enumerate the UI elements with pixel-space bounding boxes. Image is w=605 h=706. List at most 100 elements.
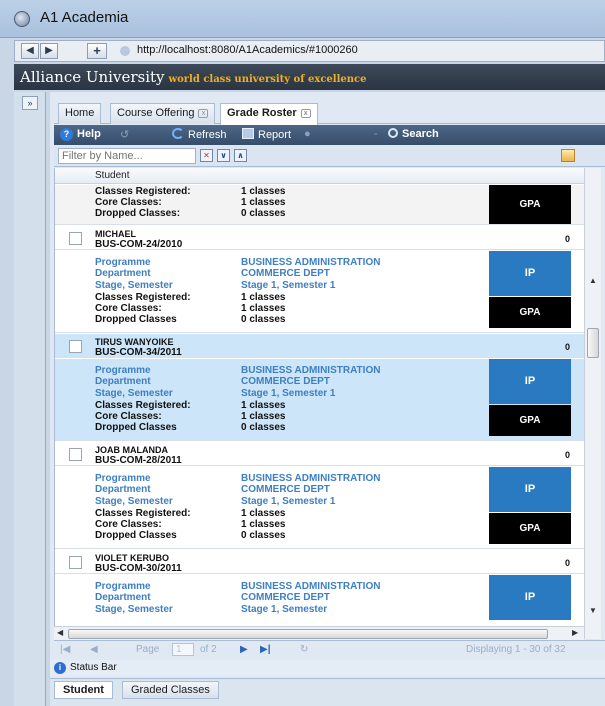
forward-button[interactable]: ▶ [40,43,58,59]
student-score: 0 [565,450,571,460]
programme-value: BUSINESS ADMINISTRATION [241,365,381,376]
prev-page-icon[interactable]: ◀ [90,644,98,655]
classes-registered-label: Classes Registered: [95,292,191,303]
app-banner: Alliance University world class universit… [14,64,605,90]
table-row[interactable]: Classes Registered: 1 classes Core Class… [55,185,584,225]
student-reg-number: BUS-COM-34/2011 [95,347,182,358]
disabled-tool-icon: ● [304,128,311,140]
ip-badge: IP [489,575,571,620]
column-header-student[interactable]: Student [95,170,129,181]
address-toolbar: ◀ ▶ + http://localhost:8080/A1Academics/… [14,40,605,62]
student-row[interactable]: MICHAEL BUS-COM-24/2010 0 [55,226,584,250]
classes-registered-value: 1 classes [241,400,286,411]
scroll-left-arrow-icon[interactable]: ◀ [57,628,63,637]
student-name: TIRUS WANYOIKE [95,337,174,347]
core-classes-value: 1 classes [241,197,286,208]
core-classes-value: 1 classes [241,411,286,422]
scroll-right-arrow-icon[interactable]: ▶ [572,628,578,637]
back-button[interactable]: ◀ [21,43,39,59]
refresh-icon[interactable]: ↻ [300,644,308,655]
student-reg-number: BUS-COM-30/2011 [95,563,182,574]
horizontal-scrollbar[interactable]: ◀ ▶ [54,626,584,640]
info-icon: i [54,662,66,674]
tab-grade-roster[interactable]: Grade Roster x [220,103,318,125]
grid-header: Student [55,168,584,184]
gpa-badge: GPA [489,405,571,436]
row-checkbox[interactable] [69,340,82,353]
tab-course-offering[interactable]: Course Offering x [110,103,216,124]
horizontal-scroll-thumb[interactable] [68,629,548,639]
close-icon[interactable]: x [300,108,311,118]
programme-value: BUSINESS ADMINISTRATION [241,581,381,592]
filter-by-name-input[interactable] [58,148,196,164]
tab-graded-classes[interactable]: Graded Classes [122,681,219,699]
ip-badge: IP [489,251,571,296]
student-detail: Programme BUSINESS ADMINISTRATION Depart… [55,359,584,441]
help-button[interactable]: ? Help [60,128,101,141]
first-page-icon[interactable]: |◀ [60,644,70,655]
status-bar: i Status Bar [50,660,605,676]
export-icon[interactable] [561,149,575,162]
bottom-tab-bar: Student Graded Classes [50,678,605,706]
title-bar: A1 Academia [0,0,605,38]
report-button[interactable]: Report [242,128,291,141]
page-label: Page [136,644,160,655]
classes-registered-value: 1 classes [241,186,286,197]
row-checkbox[interactable] [69,232,82,245]
vertical-scroll-thumb[interactable] [587,328,599,358]
row-checkbox[interactable] [69,556,82,569]
tab-bar: Home Course Offering x Grade Roster x [54,102,605,125]
stage-label: Stage, Semester [95,604,173,615]
status-text: Status Bar [70,662,117,673]
page-count-label: of 2 [200,644,217,655]
stage-value: Stage 1, Semester 1 [241,496,336,507]
tab-student[interactable]: Student [54,681,113,699]
gpa-badge: GPA [489,513,571,544]
student-row-selected[interactable]: TIRUS WANYOIKE BUS-COM-34/2011 0 [55,334,584,358]
dropped-classes-label: Dropped Classes: [95,208,181,219]
clear-filter-icon[interactable]: ✕ [200,149,213,162]
address-field[interactable]: http://localhost:8080/A1Academics/#10002… [137,44,358,56]
app-globe-icon [14,11,30,27]
student-reg-number: BUS-COM-28/2011 [95,455,182,466]
tab-home[interactable]: Home [58,103,102,124]
department-label: Department [95,268,151,279]
student-row[interactable]: VIOLET KERUBO BUS-COM-30/2011 0 [55,550,584,574]
dropped-classes-value: 0 classes [241,314,286,325]
search-button[interactable]: Search [388,128,439,140]
last-page-icon[interactable]: ▶| [260,644,271,655]
department-value: COMMERCE DEPT [241,484,330,495]
student-name: JOAB MALANDA [95,445,168,455]
close-icon[interactable]: x [198,108,209,118]
university-name: Alliance University world class universit… [20,68,367,86]
student-score: 0 [565,342,571,352]
dropped-classes-label: Dropped Classes [95,422,177,433]
student-detail: Programme BUSINESS ADMINISTRATION Depart… [55,251,584,333]
core-classes-label: Core Classes: [95,197,162,208]
classes-registered-value: 1 classes [241,292,286,303]
scroll-down-arrow-icon[interactable]: ▼ [589,606,597,615]
department-label: Department [95,484,151,495]
next-page-icon[interactable]: ▶ [240,644,248,655]
expand-all-icon[interactable]: ∧ [234,149,247,162]
dropped-classes-value: 0 classes [241,422,286,433]
page-icon [120,46,130,56]
collapse-all-icon[interactable]: ∨ [217,149,230,162]
grid-toolbar: ? Help ↺ Refresh Report ● - Search [54,125,605,145]
student-row[interactable]: JOAB MALANDA BUS-COM-28/2011 0 [55,442,584,466]
dropped-classes-label: Dropped Classes [95,314,177,325]
core-classes-value: 1 classes [241,303,286,314]
search-icon [388,128,398,138]
refresh-button[interactable]: Refresh [172,128,227,141]
new-tab-button[interactable]: + [87,43,107,59]
stage-label: Stage, Semester [95,388,173,399]
stage-value: Stage 1, Semester [241,604,328,615]
student-detail: Programme BUSINESS ADMINISTRATION Depart… [55,467,584,549]
student-name: MICHAEL [95,229,136,239]
classes-registered-label: Classes Registered: [95,186,191,197]
row-checkbox[interactable] [69,448,82,461]
expand-panel-icon[interactable]: » [22,96,38,110]
scroll-up-arrow-icon[interactable]: ▲ [589,276,597,285]
vertical-scrollbar[interactable]: ▲ ▼ [584,168,601,639]
department-value: COMMERCE DEPT [241,376,330,387]
